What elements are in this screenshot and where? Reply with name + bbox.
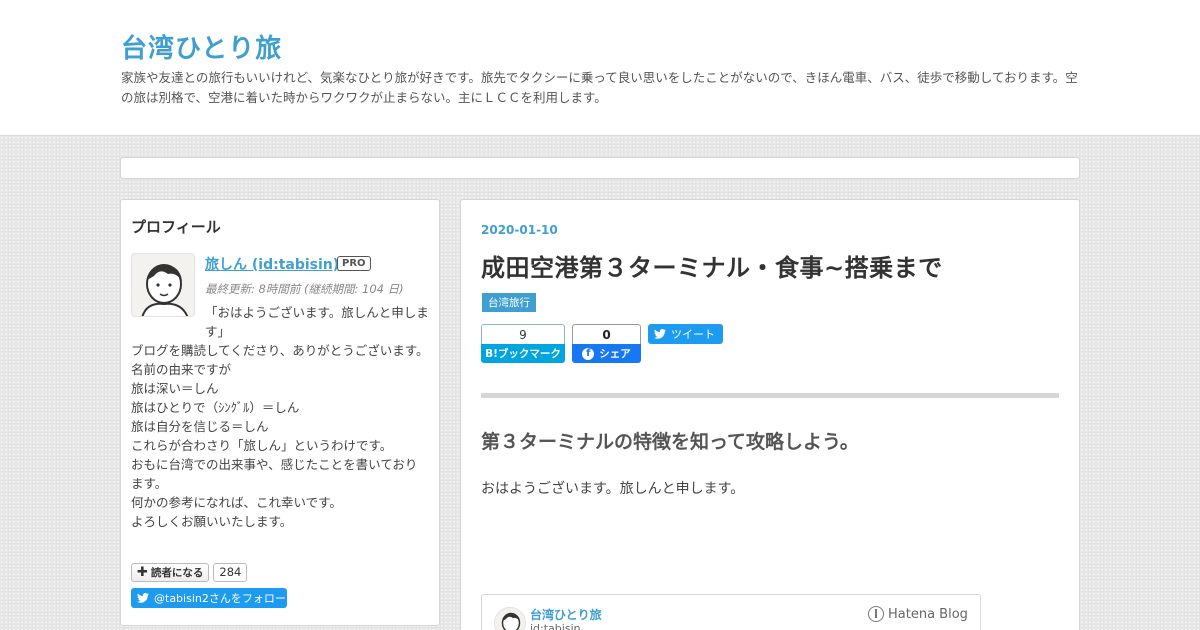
blog-embed-card[interactable]: 台湾ひとり旅 id:tabisin Hatena Blog bbox=[481, 594, 981, 630]
module-title: プロフィール bbox=[131, 218, 221, 236]
sidebar-profile-module: プロフィール 旅しん (id:tabisin) PRO 最終更新: 8時間前 (… bbox=[120, 199, 440, 626]
reader-count[interactable]: 284 bbox=[213, 562, 248, 582]
profile-line: 旅はひとりで（ｼﾝｸﾞﾙ）＝しん bbox=[131, 400, 300, 415]
entry-title[interactable]: 成田空港第３ターミナル・食事~搭乗まで bbox=[481, 248, 943, 283]
profile-avatar[interactable] bbox=[131, 253, 195, 317]
subscribe-button[interactable]: ✚ 読者になる bbox=[131, 562, 210, 582]
facebook-share-bar: f シェア bbox=[572, 344, 641, 363]
last-updated: 最終更新: 8時間前 (継続期間: 104 日) bbox=[205, 282, 404, 296]
tweet-button[interactable]: ツイート bbox=[648, 324, 723, 344]
content-divider bbox=[481, 393, 1059, 398]
hatena-bookmark-button[interactable]: 9 B!ブックマーク bbox=[481, 324, 565, 363]
hatena-blog-icon bbox=[868, 606, 884, 622]
twitter-follow-button[interactable]: @tabisin2さんをフォロー bbox=[131, 588, 287, 608]
embed-blog-id: id:tabisin bbox=[530, 622, 581, 630]
facebook-share-button[interactable]: 0 f シェア bbox=[572, 324, 641, 363]
entry-body-text: おはようございます。旅しんと申します。 bbox=[481, 481, 745, 497]
hatena-bookmark-count: 9 bbox=[481, 324, 565, 344]
subscribe-label: 読者になる bbox=[150, 566, 204, 579]
entry-date[interactable]: 2020-01-10 bbox=[481, 223, 558, 237]
category-tag[interactable]: 台湾旅行 bbox=[482, 293, 536, 312]
profile-line: 何かの参考になれば、これ幸いです。 bbox=[131, 495, 342, 510]
twitter-bird-icon bbox=[654, 329, 666, 339]
avatar-illustration-icon bbox=[132, 254, 194, 316]
twitter-bird-icon bbox=[137, 593, 149, 603]
twitter-follow-label: @tabisin2さんをフォロー bbox=[154, 592, 286, 605]
profile-description: 「おはようございます。旅しんと申します」 ブログを購読してくださり、ありがとうご… bbox=[131, 303, 429, 531]
hatena-blog-logo[interactable]: Hatena Blog bbox=[868, 606, 968, 622]
pro-badge: PRO bbox=[337, 256, 371, 271]
tweet-label: ツイート bbox=[671, 328, 715, 341]
subscribe-row: ✚ 読者になる 284 bbox=[131, 562, 248, 582]
profile-name-link[interactable]: 旅しん (id:tabisin) bbox=[205, 254, 339, 274]
hatena-bookmark-label: B!ブックマーク bbox=[481, 344, 565, 363]
profile-line: おもに台湾での出来事や、感じたことを書いております。 bbox=[131, 457, 418, 491]
profile-line: 名前の由来ですが bbox=[131, 362, 232, 377]
profile-header: 旅しん (id:tabisin) PRO 最終更新: 8時間前 (継続期間: 1… bbox=[131, 253, 429, 317]
profile-line: 旅は深い＝しん bbox=[131, 381, 219, 396]
avatar-illustration-icon bbox=[495, 608, 525, 630]
blog-description: 家族や友達との旅行もいいけれど、気楽なひとり旅が好きです。旅先でタクシーに乗って… bbox=[121, 70, 1078, 105]
profile-line: よろしくお願いいたします。 bbox=[131, 514, 293, 529]
profile-line: ブログを購読してくださり、ありがとうございます。 bbox=[131, 343, 429, 358]
facebook-share-count: 0 bbox=[572, 324, 641, 344]
global-nav-bar bbox=[120, 157, 1080, 179]
site-header: 台湾ひとり旅 家族や友達との旅行もいいけれど、気楽なひとり旅が好きです。旅先でタ… bbox=[0, 0, 1200, 136]
hatena-blog-label: Hatena Blog bbox=[888, 606, 968, 622]
blog-title[interactable]: 台湾ひとり旅 bbox=[121, 28, 282, 65]
facebook-icon: f bbox=[582, 347, 595, 360]
embed-blog-name[interactable]: 台湾ひとり旅 bbox=[530, 606, 602, 623]
facebook-share-label: シェア bbox=[599, 348, 631, 360]
profile-line: 旅は自分を信じる＝しん bbox=[131, 419, 269, 434]
profile-line: これらが合わさり「旅しん」というわけです。 bbox=[131, 438, 393, 453]
section-heading: 第３ターミナルの特徴を知って攻略しよう。 bbox=[481, 431, 859, 453]
entry-article: 2020-01-10 成田空港第３ターミナル・食事~搭乗まで 台湾旅行 9 B!… bbox=[460, 199, 1080, 630]
plus-icon: ✚ bbox=[137, 564, 148, 580]
embed-avatar bbox=[494, 607, 526, 630]
